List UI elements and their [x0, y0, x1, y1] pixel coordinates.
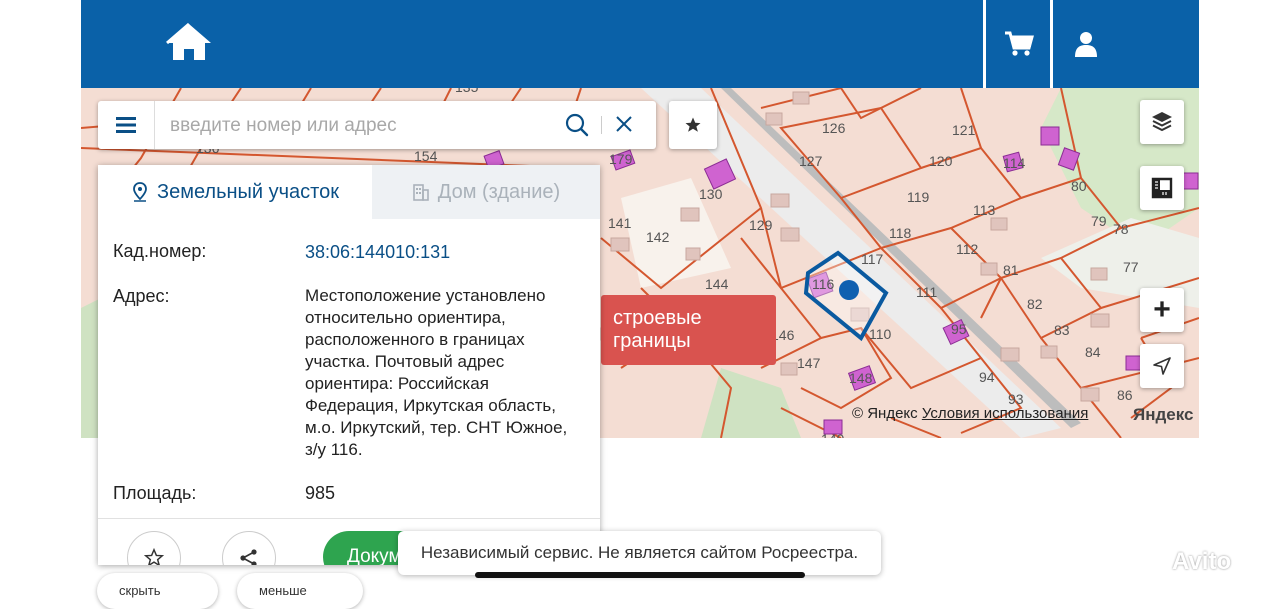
search-icon[interactable] [565, 113, 589, 137]
cadastral-borders-label: строевые границы [613, 307, 702, 352]
ruler-icon [1151, 177, 1173, 199]
building-icon [412, 184, 429, 201]
app-frame: 135 136 154 126 121 127 120 114 80 179 1… [81, 0, 1199, 590]
terms-link[interactable]: Условия использования [922, 405, 1089, 422]
avito-watermark: Avito [1172, 548, 1232, 575]
search-input[interactable] [168, 111, 552, 141]
plot-label: 113 [973, 202, 996, 218]
tab-building[interactable]: Дом (здание) [372, 165, 600, 219]
plot-label: 77 [1123, 259, 1139, 275]
star-outline-icon [143, 547, 165, 565]
plot-label: 127 [799, 153, 823, 169]
plot-label: 94 [979, 369, 995, 385]
user-icon [1075, 32, 1097, 57]
profile-button[interactable] [1053, 0, 1119, 88]
plot-label: 81 [1003, 262, 1019, 278]
plot-label: 112 [956, 241, 979, 257]
close-icon[interactable] [615, 115, 633, 133]
plot-label: 79 [1091, 213, 1107, 229]
address-label: Адрес: [113, 286, 170, 306]
home-indicator[interactable] [475, 572, 805, 578]
plot-label: 135 [455, 88, 479, 95]
area-label: Площадь: [113, 483, 197, 503]
plot-label: 120 [929, 153, 953, 169]
hide-button[interactable]: скрыть [97, 573, 218, 609]
plot-label: 154 [414, 148, 438, 164]
home-icon [166, 22, 211, 60]
plot-label: 144 [705, 276, 729, 292]
plot-label: 82 [1027, 296, 1043, 312]
share-button[interactable] [222, 531, 276, 565]
share-icon [240, 549, 257, 565]
navigation-arrow-icon [1153, 357, 1171, 375]
copyright-text: © Яндекс [852, 405, 918, 422]
documents-label: Докум [347, 546, 402, 565]
plot-label: 83 [1054, 322, 1070, 338]
plot-label: 86 [1117, 387, 1133, 403]
plot-label: 84 [1085, 344, 1101, 360]
plot-label: 78 [1113, 221, 1129, 237]
zoom-in-button[interactable]: + [1140, 288, 1184, 332]
top-bar [81, 0, 1199, 88]
plot-label: 119 [907, 189, 930, 205]
search-divider [601, 116, 602, 134]
search-bar [98, 101, 656, 149]
plot-label: 117 [861, 251, 884, 267]
hamburger-icon [116, 117, 136, 133]
tab-land-label: Земельный участок [156, 180, 339, 203]
layers-icon [1152, 112, 1172, 132]
parcel-info-panel: Земельный участок Дом (здание) Кад.номер… [98, 165, 600, 565]
map-attribution: © Яндекс Условия использования [852, 405, 1088, 422]
cart-icon [1005, 31, 1034, 56]
plot-label: 126 [822, 120, 846, 136]
plot-label: 149 [821, 431, 845, 438]
plot-label: 129 [749, 217, 773, 233]
area-value: 985 [305, 483, 336, 503]
panel-divider [98, 518, 600, 519]
plot-label: 142 [646, 229, 670, 245]
plot-label: 95 [951, 321, 967, 337]
plot-label: 148 [849, 370, 873, 386]
yandex-logo: Яндекс [1133, 405, 1194, 424]
disclaimer-toast: Независимый сервис. Не является сайтом Р… [398, 531, 881, 575]
address-value: Местоположение установлено относительно … [305, 286, 568, 459]
less-label: меньше [259, 583, 307, 598]
plot-label: 110 [869, 326, 892, 342]
plot-label: 118 [889, 225, 912, 241]
plot-label: 80 [1071, 178, 1087, 194]
plus-icon: + [1153, 293, 1171, 326]
cadastral-borders-button[interactable]: строевые границы [601, 295, 776, 365]
kad-number-label: Кад.номер: [113, 241, 207, 261]
plot-label: 116 [812, 276, 835, 292]
menu-button[interactable] [98, 101, 155, 149]
tab-land-parcel[interactable]: Земельный участок [98, 165, 372, 219]
plot-label: 141 [608, 215, 632, 231]
plot-label: 130 [699, 186, 723, 202]
star-icon [685, 117, 701, 132]
plot-label: 179 [609, 151, 633, 167]
add-favorite-button[interactable] [127, 531, 181, 565]
hide-label: скрыть [119, 583, 161, 598]
layers-button[interactable] [1140, 100, 1184, 144]
favorites-button[interactable] [669, 101, 717, 149]
kad-number-value[interactable]: 38:06:144010:131 [305, 241, 580, 263]
home-button[interactable] [165, 22, 213, 62]
tab-building-label: Дом (здание) [437, 180, 561, 203]
ruler-button[interactable] [1140, 166, 1184, 210]
plot-label: 147 [797, 355, 821, 371]
plot-label: 111 [916, 284, 937, 300]
plot-label: 121 [952, 122, 976, 138]
less-button[interactable]: меньше [237, 573, 363, 609]
map-pin-icon [133, 182, 147, 202]
plot-label: 114 [1003, 155, 1026, 171]
cart-button[interactable] [986, 0, 1052, 88]
geolocation-button[interactable] [1140, 344, 1184, 388]
